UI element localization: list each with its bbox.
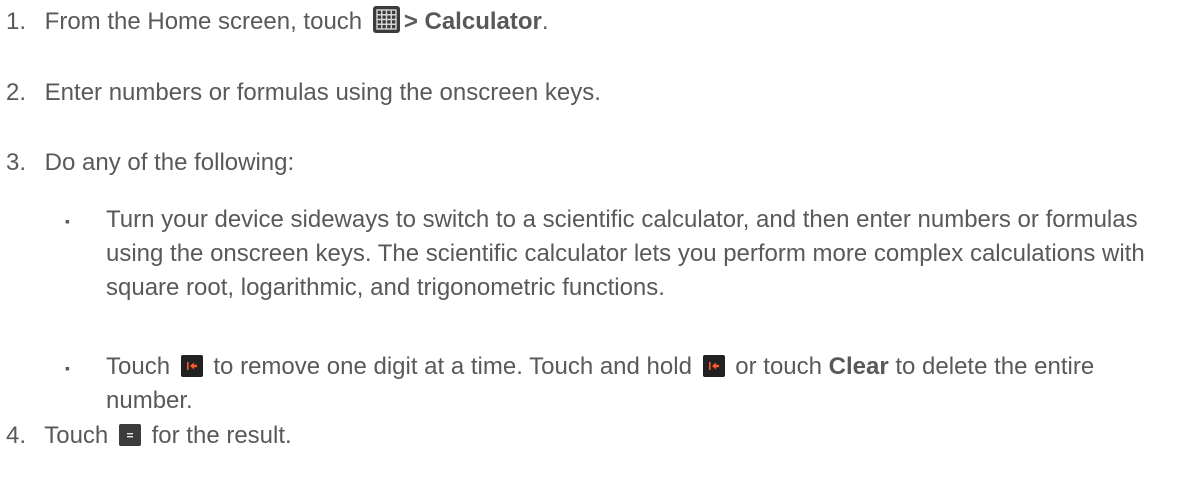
step-4: 4. Touch for the result. xyxy=(6,419,292,453)
apps-grid-icon xyxy=(372,6,400,33)
bullet-marker: ▪ xyxy=(65,360,70,376)
step-text: From the Home screen, touch xyxy=(44,8,363,35)
step-3: 3. Do any of the following: xyxy=(6,146,294,180)
step-text: for the result. xyxy=(151,422,292,449)
step-text: Do any of the following: xyxy=(44,149,295,176)
bullet-text: Touch xyxy=(106,353,171,380)
equals-key-icon xyxy=(118,424,141,446)
step-text: Enter numbers or formulas using the onsc… xyxy=(44,79,601,106)
bullet-marker: ▪ xyxy=(65,213,70,229)
bullet-delete: Touch to remove one digit at a time. Tou… xyxy=(106,350,1181,418)
step-punct: . xyxy=(541,8,549,35)
step-number: 4. xyxy=(6,422,27,449)
bullet-sideways: Turn your device sideways to switch to a… xyxy=(106,206,1145,301)
calculator-path: > Calculator xyxy=(403,8,542,35)
bullet-text: or touch xyxy=(735,353,822,380)
step-number: 3. xyxy=(6,149,27,176)
bullet-text: to remove one digit at a time. Touch and… xyxy=(213,353,692,380)
delete-key-icon xyxy=(702,355,725,377)
step-1: 1. From the Home screen, touch > Calcula… xyxy=(6,5,549,39)
step-number: 2. xyxy=(6,79,27,106)
clear-label: Clear xyxy=(828,353,889,380)
instructions-document: 1. From the Home screen, touch > Calcula… xyxy=(0,0,1188,479)
delete-key-icon xyxy=(180,355,203,377)
step-2: 2. Enter numbers or formulas using the o… xyxy=(6,76,601,110)
step-number: 1. xyxy=(6,8,27,35)
step-text: Touch xyxy=(44,422,109,449)
